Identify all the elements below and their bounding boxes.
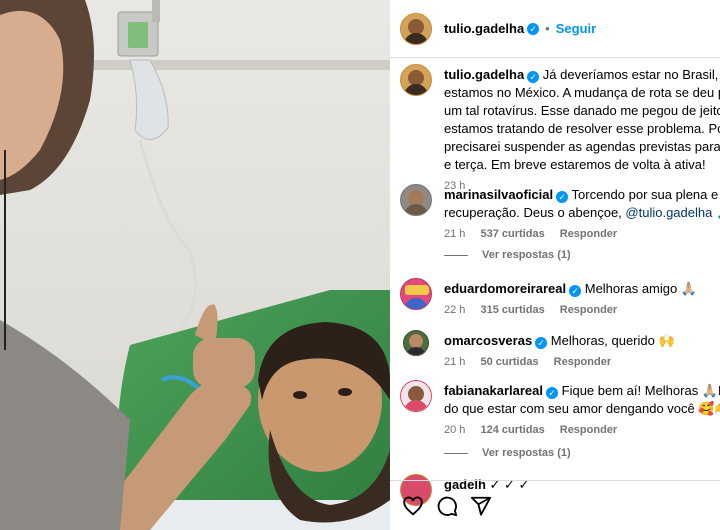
comment-text: Fique bem aí! Melhoras 🙏🏼E nada m (561, 383, 720, 398)
comment-time[interactable]: 21 h (444, 228, 465, 240)
comment-emoji: 🙏🏾 (716, 205, 720, 220)
commenter-avatar[interactable] (400, 278, 432, 310)
view-replies-label[interactable]: Ver respostas (1) (482, 249, 571, 261)
reply-button[interactable]: Responder (554, 356, 611, 368)
share-icon[interactable] (470, 495, 492, 517)
reply-button[interactable]: Responder (560, 228, 617, 240)
post-photo (0, 0, 390, 530)
hospital-selfie-image (0, 0, 390, 530)
mention-link[interactable]: @tulio.gadelha (625, 205, 712, 220)
comment-likes[interactable]: 537 curtidas (480, 228, 544, 240)
caption-line: tulio.gadelha ✓ Já deveríamos estar no Br… (444, 66, 720, 84)
view-replies[interactable]: Ver respostas (1) (444, 249, 720, 261)
commenter-avatar[interactable] (400, 380, 432, 412)
comment-likes[interactable]: 124 curtidas (480, 424, 544, 436)
commenter-username[interactable]: marinasilvaoficial (444, 187, 553, 202)
commenter-username[interactable]: eduardomoreirareal (444, 281, 566, 296)
caption-username[interactable]: tulio.gadelha (444, 67, 524, 82)
verified-badge-icon: ✓ (535, 337, 548, 349)
comment-time[interactable]: 21 h (444, 356, 465, 368)
comment-text: Melhoras amigo 🙏🏼 (584, 281, 698, 296)
follow-button[interactable]: Seguir (556, 21, 596, 36)
caption-avatar[interactable] (400, 64, 432, 96)
action-bar (390, 480, 720, 530)
separator-dot: • (545, 21, 550, 36)
comment-time[interactable]: 22 h (444, 304, 465, 316)
caption-text: e terça. Em breve estaremos de volta à a… (444, 157, 706, 172)
caption-text: um tal rotavírus. Esse danado me pegou d… (444, 103, 720, 118)
heart-icon[interactable] (402, 495, 424, 517)
comment-icon[interactable] (436, 495, 458, 517)
post-panel: tulio.gadelha ✓ • Seguir tulio.gadelha ✓ … (390, 0, 720, 530)
comment-likes[interactable]: 315 curtidas (480, 304, 544, 316)
comment-text: Torcendo por sua plena e rápida (571, 187, 720, 202)
commenter-username[interactable]: omarcosveras (444, 333, 532, 348)
commenter-avatar[interactable] (403, 330, 429, 356)
view-replies-label[interactable]: Ver respostas (1) (482, 447, 571, 459)
comment-text: recuperação. Deus o abençoe, (444, 205, 626, 220)
view-replies[interactable]: Ver respostas (1) (444, 447, 720, 459)
verified-badge-icon: ✓ (546, 387, 559, 399)
caption-text: estamos tratando de resolver esse proble… (444, 121, 720, 136)
verified-badge-icon: ✓ (527, 22, 540, 35)
comment-time[interactable]: 20 h (444, 424, 465, 436)
post-header: tulio.gadelha ✓ • Seguir (390, 0, 720, 58)
comment-text: Melhoras, querido 🙌 (550, 333, 675, 348)
author-username[interactable]: tulio.gadelha (444, 21, 524, 36)
verified-badge-icon: ✓ (569, 285, 582, 297)
commenter-avatar[interactable] (400, 184, 432, 216)
comment-likes[interactable]: 50 curtidas (480, 356, 538, 368)
author-avatar[interactable] (400, 12, 432, 45)
reply-button[interactable]: Responder (560, 424, 617, 436)
reply-button[interactable]: Responder (560, 304, 617, 316)
caption-text: estamos no México. A mudança de rota se … (444, 85, 720, 100)
verified-badge-icon: ✓ (556, 191, 569, 203)
caption-text: precisarei suspender as agendas prevista… (444, 139, 720, 154)
commenter-username[interactable]: fabianakarlareal (444, 383, 543, 398)
verified-badge-icon: ✓ (527, 71, 540, 83)
comment-text: do que estar com seu amor dengando você … (444, 401, 720, 416)
caption-text: Já deveríamos estar no Brasil, mas ain (542, 67, 720, 82)
